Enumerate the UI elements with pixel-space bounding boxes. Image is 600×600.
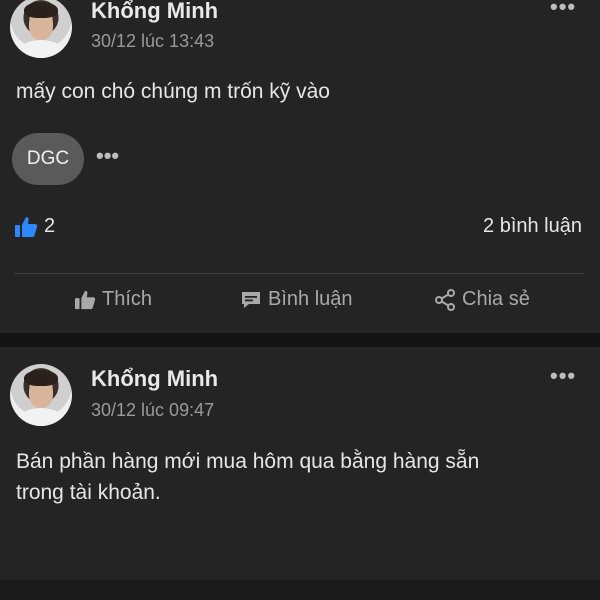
author-name[interactable]: Khổng Minh: [91, 0, 218, 24]
author-name[interactable]: Khổng Minh: [91, 366, 218, 392]
comment-label: Bình luận: [268, 288, 353, 310]
comment-button[interactable]: Bình luận: [240, 288, 353, 311]
likes-summary[interactable]: 2: [14, 215, 55, 238]
post-card: Khổng Minh 30/12 lúc 13:43 ••• mấy con c…: [0, 0, 600, 333]
thumbs-up-icon: [75, 290, 96, 309]
comments-count-link[interactable]: 2 bình luận: [483, 215, 582, 238]
like-label: Thích: [102, 288, 153, 310]
share-label: Chia sẻ: [462, 288, 530, 310]
avatar[interactable]: [10, 364, 72, 426]
share-button[interactable]: Chia sẻ: [434, 288, 530, 311]
post-actions-bar: Thích Bình luận Chia sẻ: [0, 288, 600, 324]
feed-separator: [0, 580, 600, 600]
likes-count: 2: [44, 215, 56, 237]
post-time: 30/12 lúc 13:43: [91, 31, 215, 51]
divider: [14, 273, 584, 274]
share-icon: [435, 288, 455, 311]
reaction-chip[interactable]: DGC: [12, 133, 84, 185]
more-options-icon[interactable]: •••: [550, 0, 576, 20]
more-horizontal-icon[interactable]: •••: [96, 143, 119, 169]
post-text-line-1: Bán phần hàng mới mua hôm qua bằng hàng …: [16, 450, 480, 473]
comment-icon: [242, 291, 260, 308]
post-text-line-2: trong tài khoản.: [16, 481, 161, 504]
post-text: mấy con chó chúng m trốn kỹ vào: [16, 80, 330, 103]
post-time: 30/12 lúc 09:47: [91, 400, 215, 420]
more-options-icon[interactable]: •••: [550, 363, 576, 389]
avatar[interactable]: [10, 0, 72, 58]
thumbs-up-icon: [15, 216, 38, 237]
post-card: Khổng Minh 30/12 lúc 09:47 ••• Bán phần …: [0, 347, 600, 580]
like-button[interactable]: Thích: [74, 288, 152, 311]
